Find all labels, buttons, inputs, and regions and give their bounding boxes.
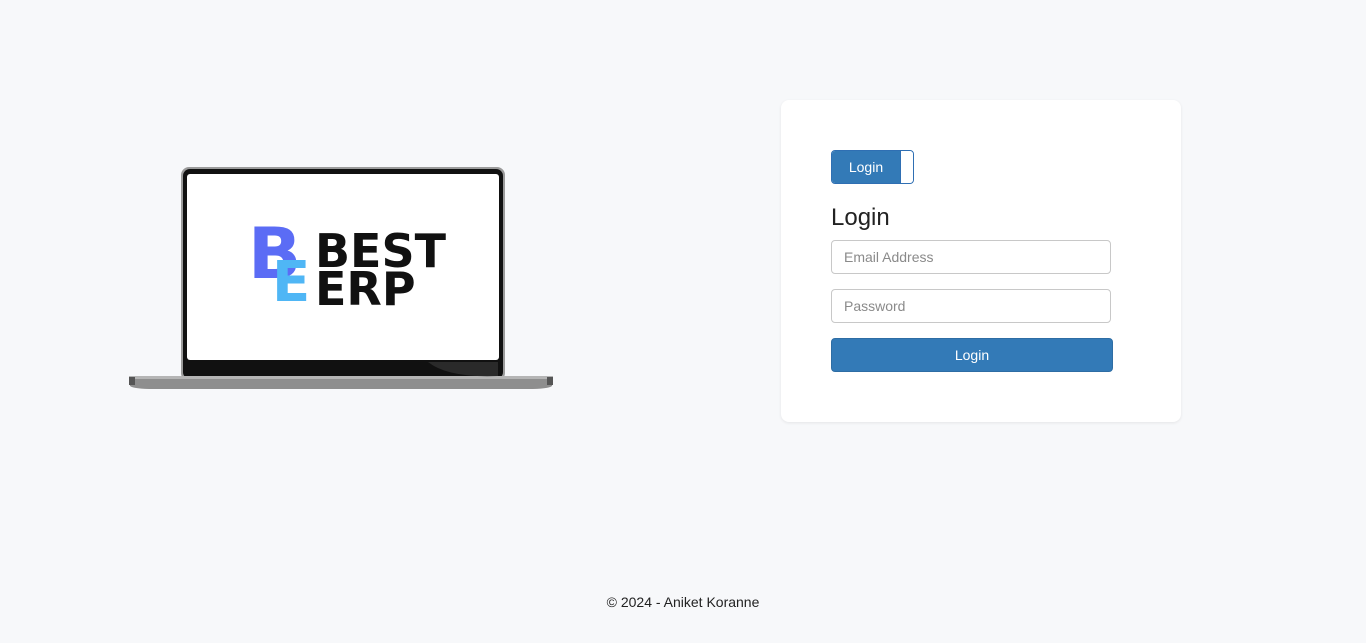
login-card: Login Login Login xyxy=(781,100,1181,422)
login-title: Login xyxy=(831,204,890,231)
footer-copyright: © 2024 - Aniket Koranne xyxy=(606,594,760,610)
logo-e-letter: E xyxy=(272,250,310,315)
password-field[interactable] xyxy=(831,289,1111,323)
logo-erp-text: ERP xyxy=(315,262,416,316)
email-field[interactable] xyxy=(831,240,1111,274)
toggle-label[interactable]: Login xyxy=(832,151,900,183)
laptop-illustration: B E BEST ERP xyxy=(128,166,554,392)
best-erp-logo: B E BEST ERP xyxy=(248,213,447,316)
toggle-knob[interactable] xyxy=(900,151,913,183)
login-toggle[interactable]: Login xyxy=(831,150,914,184)
login-button[interactable]: Login xyxy=(831,338,1113,372)
